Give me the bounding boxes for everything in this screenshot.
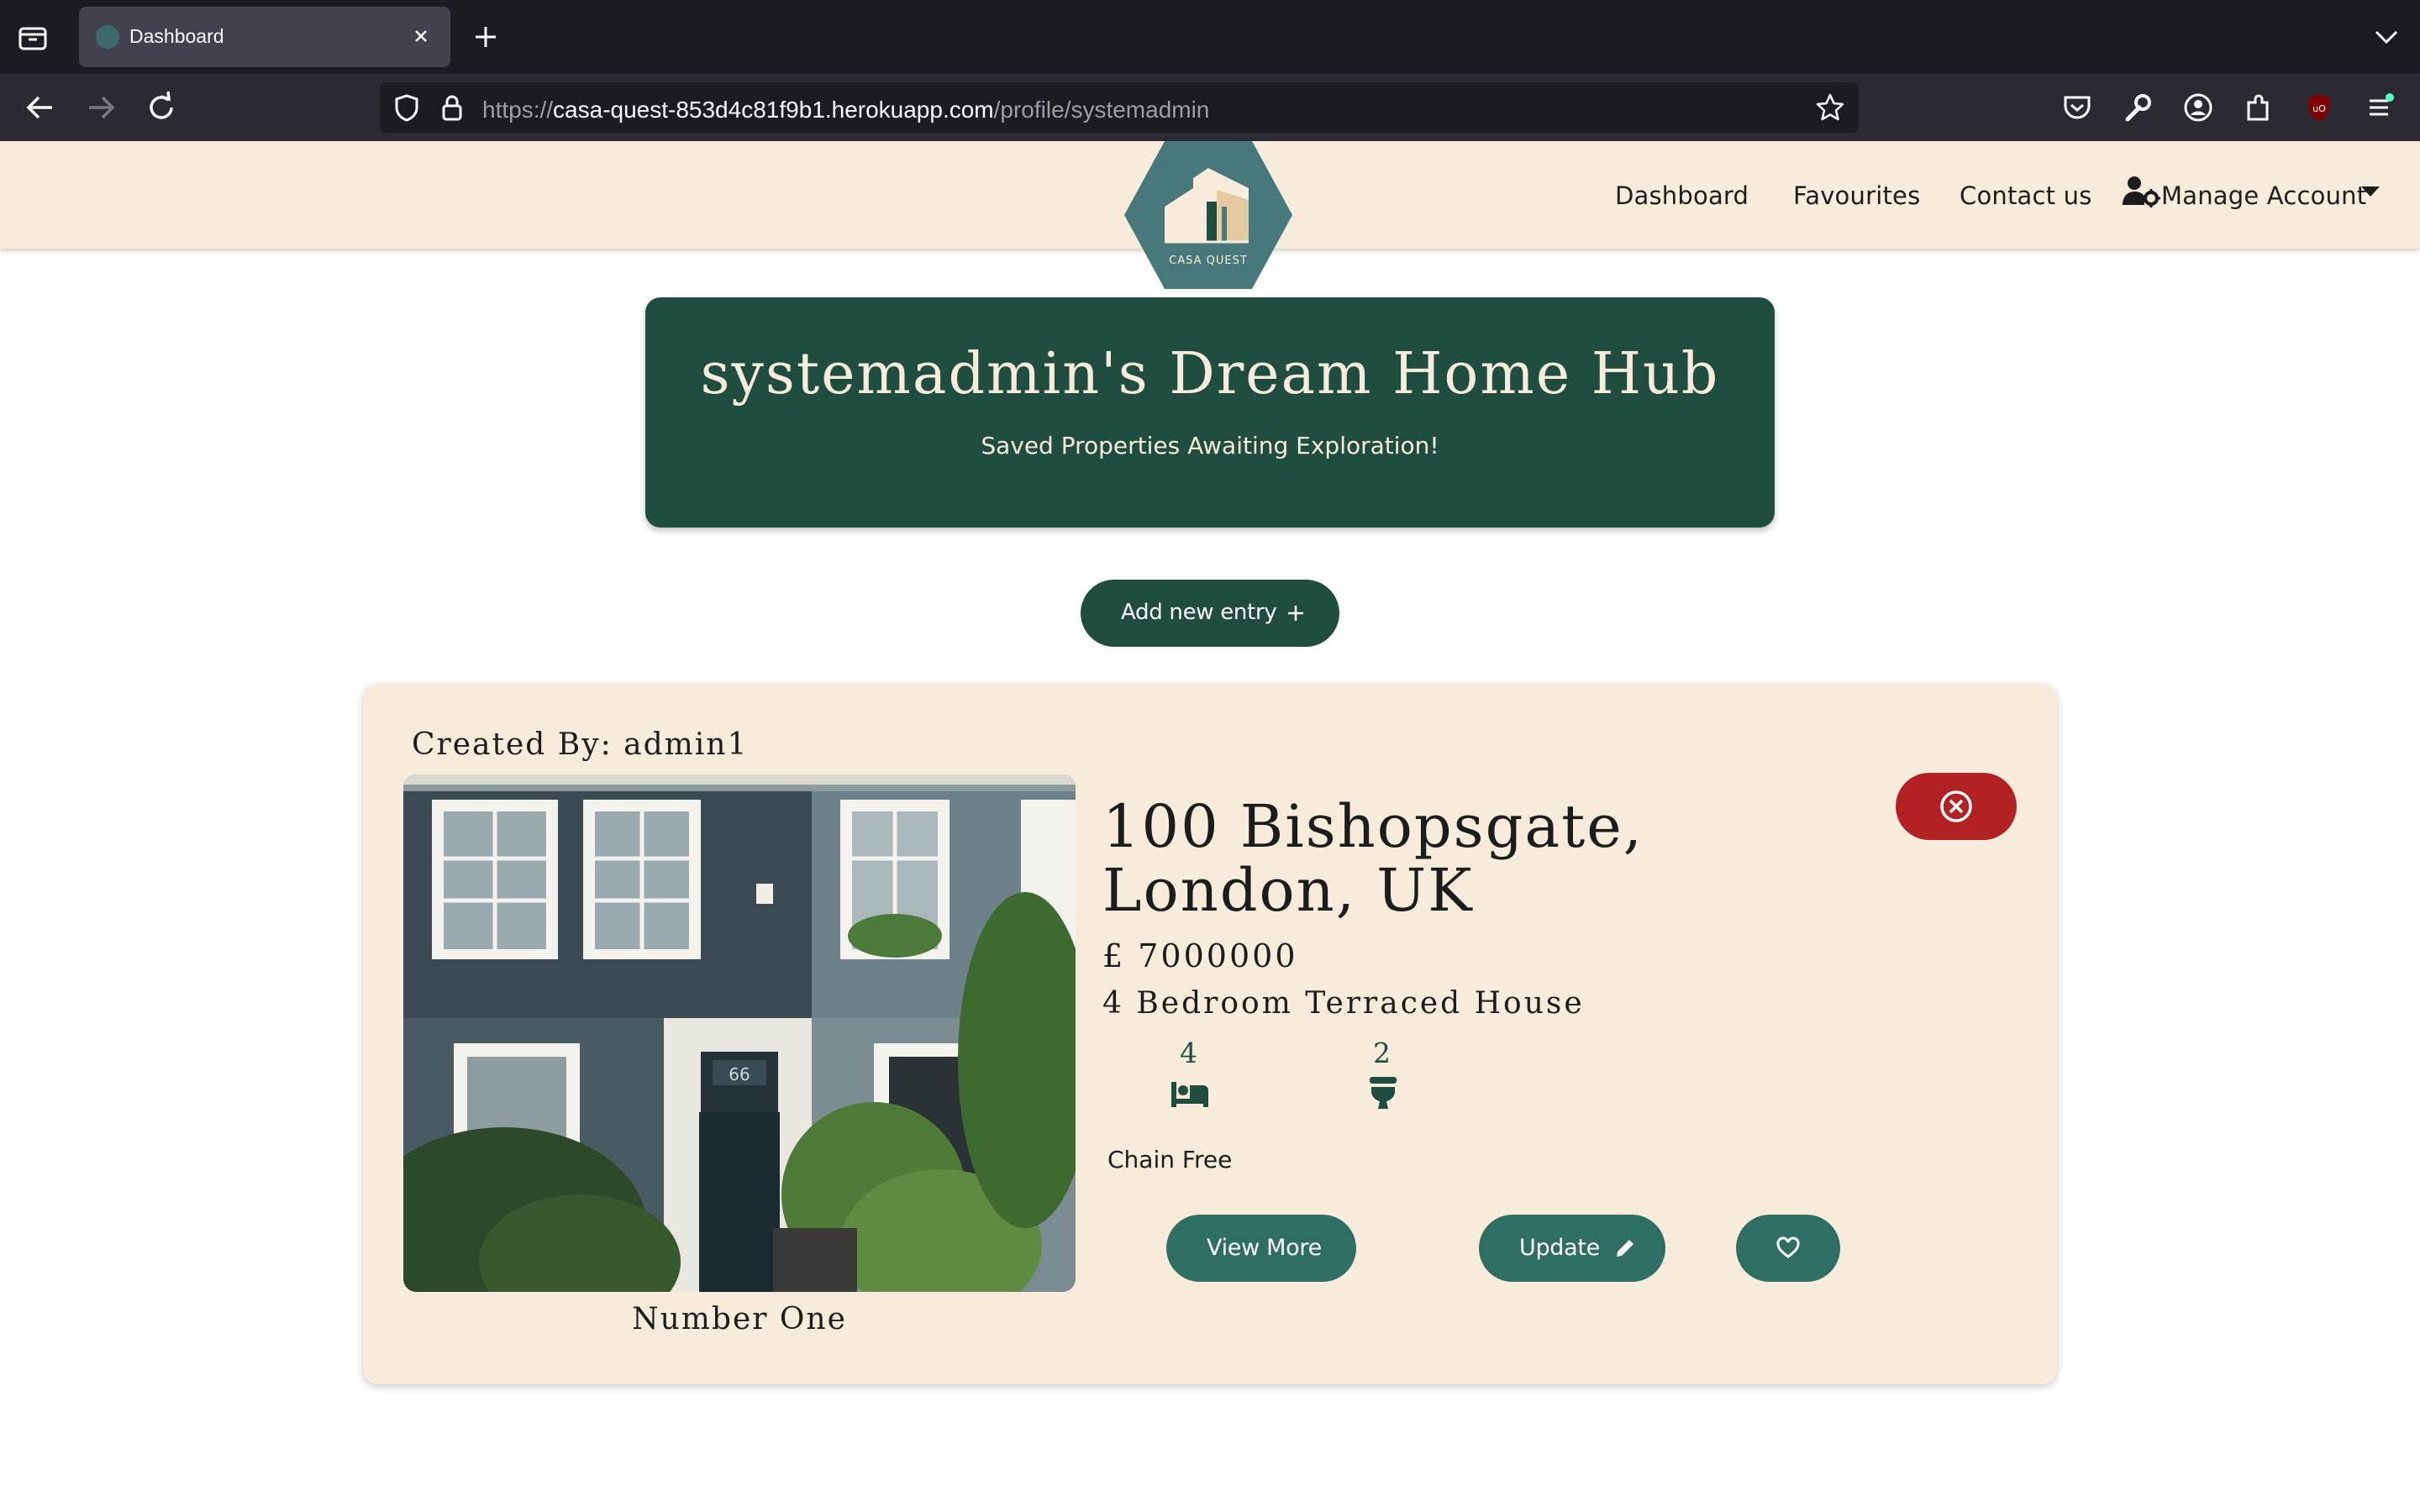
nav-contact-us[interactable]: Contact us xyxy=(1960,181,2092,210)
lock-icon[interactable] xyxy=(437,92,467,123)
extensions-icon[interactable] xyxy=(2242,91,2275,124)
forward-icon[interactable] xyxy=(82,89,119,126)
page-title: systemadmin's Dream Home Hub xyxy=(700,341,1720,407)
property-photo: 66 xyxy=(403,774,1076,1292)
user-gear-icon[interactable] xyxy=(2123,175,2161,208)
favourite-button[interactable] xyxy=(1736,1215,1840,1282)
menu-icon[interactable] xyxy=(2363,91,2396,124)
bed-icon xyxy=(1170,1075,1210,1110)
property-address: 100 Bishopsgate, London, UK xyxy=(1102,792,1644,925)
svg-text:66: 66 xyxy=(729,1064,750,1084)
view-more-button[interactable]: View More xyxy=(1166,1215,1356,1282)
created-by: Created By: admin1 xyxy=(412,727,749,762)
heart-icon xyxy=(1776,1236,1800,1266)
casa-quest-logo[interactable]: CASA QUEST xyxy=(1123,138,1294,292)
browser-nav-bar: https://casa-quest-853d4c81f9b1.herokuap… xyxy=(0,74,2420,141)
tab-title: Dashboard xyxy=(129,25,224,47)
update-label: Update xyxy=(1519,1235,1600,1261)
nav-favourites[interactable]: Favourites xyxy=(1793,181,1920,210)
plus-icon xyxy=(1286,603,1306,623)
property-price: £ 7000000 xyxy=(1102,937,1298,974)
tab-list-icon[interactable] xyxy=(17,22,49,54)
ublock-icon[interactable]: uO xyxy=(2302,91,2336,124)
address-bar[interactable]: https://casa-quest-853d4c81f9b1.herokuap… xyxy=(380,82,1859,133)
chevron-down-icon[interactable] xyxy=(2371,22,2402,52)
hero-banner: systemadmin's Dream Home Hub Saved Prope… xyxy=(645,297,1775,528)
add-new-entry-label: Add new entry xyxy=(1121,600,1277,625)
pocket-icon[interactable] xyxy=(2060,91,2094,124)
site-favicon-icon xyxy=(96,25,119,49)
account-icon[interactable] xyxy=(2181,91,2215,124)
logo-text: CASA QUEST xyxy=(1169,255,1248,267)
browser-tab-bar: Dashboard xyxy=(0,0,2420,74)
url-path: /profile/systemadmin xyxy=(993,97,1210,123)
site-header: CASA QUEST Dashboard Favourites Contact … xyxy=(0,141,2420,289)
browser-tab[interactable]: Dashboard xyxy=(79,7,450,67)
wrench-icon[interactable] xyxy=(2121,91,2154,124)
url-text[interactable]: https://casa-quest-853d4c81f9b1.herokuap… xyxy=(482,97,1209,123)
nav-manage-account[interactable]: Manage Account xyxy=(2161,181,2366,210)
reload-icon[interactable] xyxy=(143,89,180,126)
back-icon[interactable] xyxy=(22,89,59,126)
property-card: Created By: admin1 66 Number One 100 Bis… xyxy=(363,684,2057,1384)
page-subtitle: Saved Properties Awaiting Exploration! xyxy=(981,432,1439,459)
close-tab-icon[interactable] xyxy=(407,22,435,50)
toilet-icon xyxy=(1368,1075,1408,1110)
bathroom-count: 2 xyxy=(1373,1037,1391,1069)
caret-down-icon[interactable] xyxy=(2361,186,2380,197)
nav-dashboard[interactable]: Dashboard xyxy=(1615,181,1749,210)
update-button[interactable]: Update xyxy=(1479,1215,1665,1282)
delete-button[interactable] xyxy=(1896,773,2017,840)
bedroom-count: 4 xyxy=(1180,1037,1197,1069)
url-scheme: https:// xyxy=(482,97,554,123)
svg-text:uO: uO xyxy=(2312,103,2326,114)
pencil-icon xyxy=(1613,1236,1637,1266)
view-more-label: View More xyxy=(1207,1235,1322,1261)
circle-x-icon xyxy=(1940,790,1972,822)
shield-icon[interactable] xyxy=(392,92,422,123)
add-new-entry-button[interactable]: Add new entry xyxy=(1081,580,1339,647)
url-host: casa-quest-853d4c81f9b1.herokuapp.com xyxy=(553,97,994,123)
new-tab-icon[interactable] xyxy=(469,20,502,54)
photo-caption: Number One xyxy=(632,1302,847,1336)
chain-status: Chain Free xyxy=(1107,1146,1233,1173)
property-type: 4 Bedroom Terraced House xyxy=(1102,986,1585,1021)
bookmark-star-icon[interactable] xyxy=(1815,92,1845,123)
